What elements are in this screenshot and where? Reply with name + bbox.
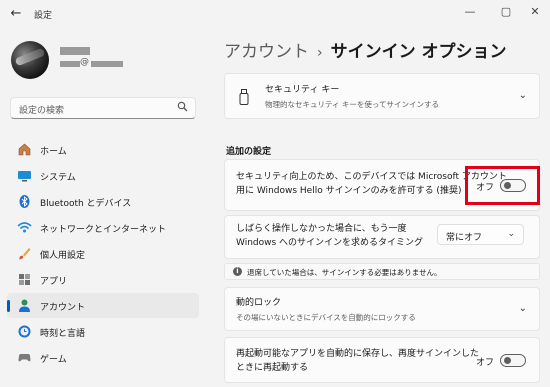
sidebar-item-label: ホーム [40, 147, 67, 157]
search-placeholder: 設定の検索 [19, 106, 65, 116]
sidebar-item-network[interactable]: ネットワークとインターネット [7, 215, 199, 240]
search-icon [177, 101, 188, 115]
usb-key-icon [239, 89, 249, 108]
info-bar: i 退席していた場合は、サインインする必要はありません。 [224, 263, 540, 280]
highlight-frame [465, 166, 540, 205]
profile-email-redacted-user [60, 61, 80, 67]
apps-icon [17, 272, 32, 287]
security-key-card[interactable]: セキュリティ キー 物理的なセキュリティ キーを使ってサインインする ⌄ [224, 73, 540, 119]
sidebar-nav: ホーム システム Bluetooth とデバイス ネットワークとインターネット … [7, 137, 199, 371]
restart-apps-card: 再起動可能なアプリを自動的に保存し、再度サインインした ときに再起動する オフ [224, 337, 540, 383]
profile-name-redacted [60, 47, 90, 55]
profile-email-redacted-domain [91, 61, 123, 67]
account-icon [17, 298, 32, 313]
chevron-down-icon: ⌄ [518, 90, 527, 101]
sidebar-item-time-language[interactable]: 時刻と言語 [7, 319, 199, 344]
maximize-button[interactable]: ▢ [498, 4, 514, 20]
sidebar-item-apps[interactable]: アプリ [7, 267, 199, 292]
page-title: サインイン オプション [330, 42, 507, 62]
away-signin-dropdown[interactable]: 常にオフ ⌄ [437, 224, 524, 245]
sidebar-item-label: 個人用設定 [40, 251, 86, 261]
dynamic-lock-card[interactable]: 動的ロック その場にいないときにデバイスを自動的にロックする ⌄ [224, 287, 540, 331]
chevron-down-icon: ⌄ [507, 229, 515, 239]
restart-apps-line1: 再起動可能なアプリを自動的に保存し、再度サインインした [236, 349, 480, 359]
restart-apps-toggle-label: オフ [476, 358, 495, 368]
avatar[interactable] [11, 41, 49, 79]
restart-apps-line2: ときに再起動する [236, 363, 309, 373]
sidebar-item-personalization[interactable]: 個人用設定 [7, 241, 199, 266]
profile-email-at: @ [80, 57, 89, 67]
back-arrow-icon[interactable]: ← [8, 6, 24, 22]
minimize-button[interactable]: — [462, 4, 478, 20]
security-key-subtitle: 物理的なセキュリティ キーを使ってサインインする [265, 100, 440, 109]
clock-language-icon [17, 324, 32, 339]
breadcrumb: アカウント › サインイン オプション [224, 37, 507, 62]
sidebar-item-label: アカウント [40, 303, 86, 313]
game-icon [17, 350, 32, 365]
security-key-title: セキュリティ キー [265, 85, 340, 95]
away-signin-line1: しばらく操作しなかった場合に、もう一度 [236, 224, 407, 234]
sidebar-item-label: ネットワークとインターネット [40, 225, 167, 235]
info-icon: i [233, 267, 242, 276]
toggle-knob [504, 357, 511, 364]
sidebar-item-accounts[interactable]: アカウント [7, 293, 199, 318]
sidebar-item-label: 時刻と言語 [40, 329, 86, 339]
sidebar-item-gaming[interactable]: ゲーム [7, 345, 199, 370]
chevron-down-icon: ⌄ [518, 303, 527, 314]
bluetooth-icon [17, 194, 32, 209]
breadcrumb-separator-icon: › [317, 45, 323, 61]
sidebar-item-label: ゲーム [40, 355, 67, 365]
sidebar-item-label: システム [40, 173, 76, 183]
home-icon [17, 142, 32, 157]
dynamic-lock-subtitle: その場にいないときにデバイスを自動的にロックする [236, 313, 416, 322]
wifi-icon [17, 220, 32, 235]
info-text: 退席していた場合は、サインインする必要はありません。 [247, 268, 442, 277]
sidebar-item-system[interactable]: システム [7, 163, 199, 188]
sidebar-item-label: アプリ [40, 277, 68, 287]
close-button[interactable]: ✕ [527, 4, 543, 20]
title-bar: ← 設定 — ▢ ✕ [0, 0, 550, 30]
search-input[interactable]: 設定の検索 [10, 97, 196, 119]
breadcrumb-parent[interactable]: アカウント [224, 42, 309, 62]
brush-icon [17, 246, 32, 261]
sidebar-item-home[interactable]: ホーム [7, 137, 199, 162]
dropdown-value: 常にオフ [446, 233, 483, 243]
window-title: 設定 [34, 11, 53, 21]
hello-only-line2: 用に Windows Hello サインインのみを許可する (推奨) [236, 186, 462, 196]
section-title: 追加の設定 [226, 147, 272, 157]
sidebar-item-label: Bluetooth とデバイス [40, 199, 132, 209]
away-signin-line2: Windows へのサインインを求めるタイミング [236, 238, 424, 248]
restart-apps-toggle[interactable] [500, 354, 526, 367]
sidebar-item-bluetooth[interactable]: Bluetooth とデバイス [7, 189, 199, 214]
system-icon [17, 168, 32, 183]
dynamic-lock-title: 動的ロック [236, 298, 282, 308]
